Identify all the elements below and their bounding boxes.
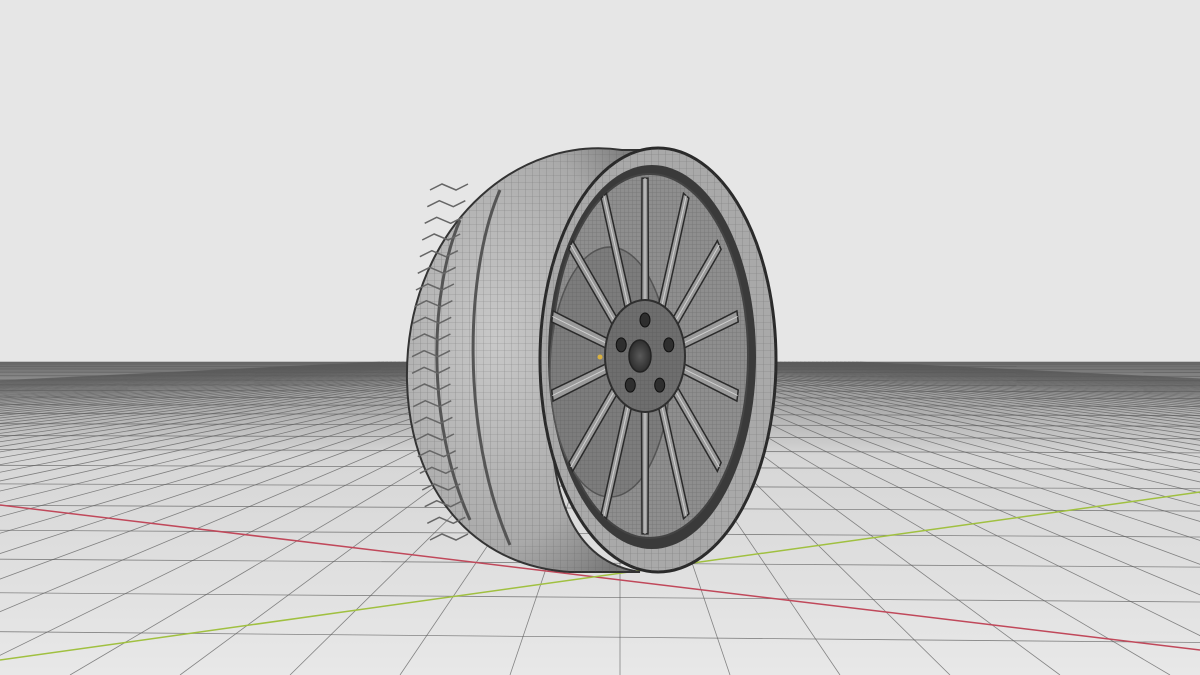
lug-nut xyxy=(639,312,651,328)
center-cap-icon xyxy=(628,339,652,373)
wheel-render-scene xyxy=(0,146,1200,675)
valve-stem xyxy=(597,354,603,360)
lug-nut xyxy=(624,377,636,393)
lug-nut xyxy=(615,337,627,353)
lug-nut xyxy=(654,377,666,393)
lug-nut xyxy=(663,337,675,353)
tread-chevron xyxy=(429,183,469,191)
tread-chevron xyxy=(426,199,466,208)
wheel-model xyxy=(406,146,778,574)
3d-viewport[interactable] xyxy=(0,0,1200,675)
